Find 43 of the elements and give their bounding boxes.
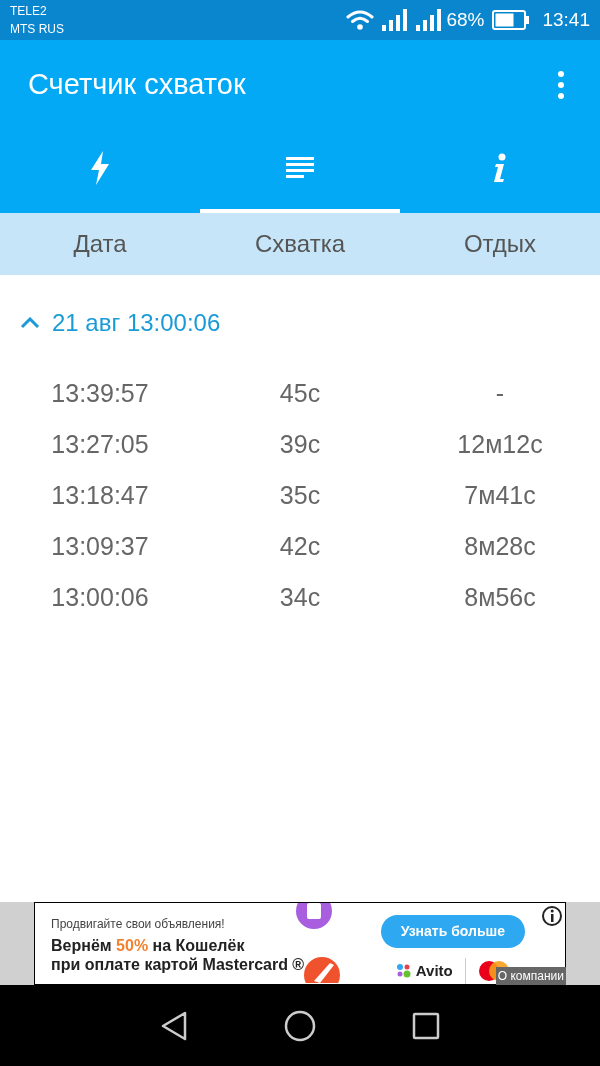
avito-logo-icon <box>395 963 412 979</box>
list-icon <box>286 156 314 179</box>
ad-subline: при оплате картой Mastercard ® <box>51 955 305 974</box>
battery-percent: 68% <box>446 7 485 32</box>
contraction-cell-text: 39с <box>278 428 322 460</box>
clock: 13:41 <box>542 7 590 32</box>
back-icon[interactable] <box>160 1010 188 1041</box>
app-title: Счетчик схваток <box>28 67 246 103</box>
ad-headline: Вернём 50% на Кошелёк <box>51 936 246 955</box>
rest-cell-text: 8м56с <box>463 581 537 613</box>
rest-cell-text: 8м28с <box>463 530 537 562</box>
about-company-link[interactable]: О компании <box>495 967 566 985</box>
date-cell-text: 13:27:05 <box>50 428 150 460</box>
contraction-cell-text: 42с <box>278 530 322 562</box>
wifi-icon <box>346 9 375 31</box>
column-header: Отдых <box>462 229 538 259</box>
avito-brand: Avito <box>415 960 453 981</box>
rest-cell-text: 12м12с <box>456 428 544 460</box>
info-icon[interactable] <box>541 905 563 927</box>
recents-icon[interactable] <box>412 1011 440 1040</box>
info-icon <box>492 152 508 183</box>
ad-banner[interactable]: Продвигайте свои объявления! Вернём 50% на Кошелёк при оплате картой Mastercard ® Узнать больше Avito О компании <box>34 902 566 985</box>
date-cell-text: 13:39:57 <box>50 377 150 409</box>
group-header[interactable]: 21 авг 13:00:06 <box>0 303 221 343</box>
signal-icon <box>382 9 409 31</box>
battery-icon <box>492 10 531 30</box>
column-header: Схватка <box>254 229 346 259</box>
rest-cell-text: - <box>494 377 506 409</box>
carrier-name: TELE2 <box>10 3 48 20</box>
contraction-cell-text: 45с <box>278 377 322 409</box>
contraction-cell-text: 34с <box>278 581 322 613</box>
rest-cell-text: 7м41с <box>463 479 537 511</box>
carrier-name: MTS RUS <box>10 21 64 38</box>
signal-icon <box>416 9 443 31</box>
date-cell-text: 13:00:06 <box>50 581 150 613</box>
contraction-cell-text: 35с <box>278 479 322 511</box>
ad-tagline: Продвигайте свои объявления! <box>51 916 226 933</box>
column-header: Дата <box>72 229 128 259</box>
date-cell-text: 13:09:37 <box>50 530 150 562</box>
home-icon[interactable] <box>284 1009 316 1042</box>
chevron-icon <box>20 317 40 329</box>
date-cell-text: 13:18:47 <box>50 479 150 511</box>
lightning-icon <box>89 150 111 185</box>
